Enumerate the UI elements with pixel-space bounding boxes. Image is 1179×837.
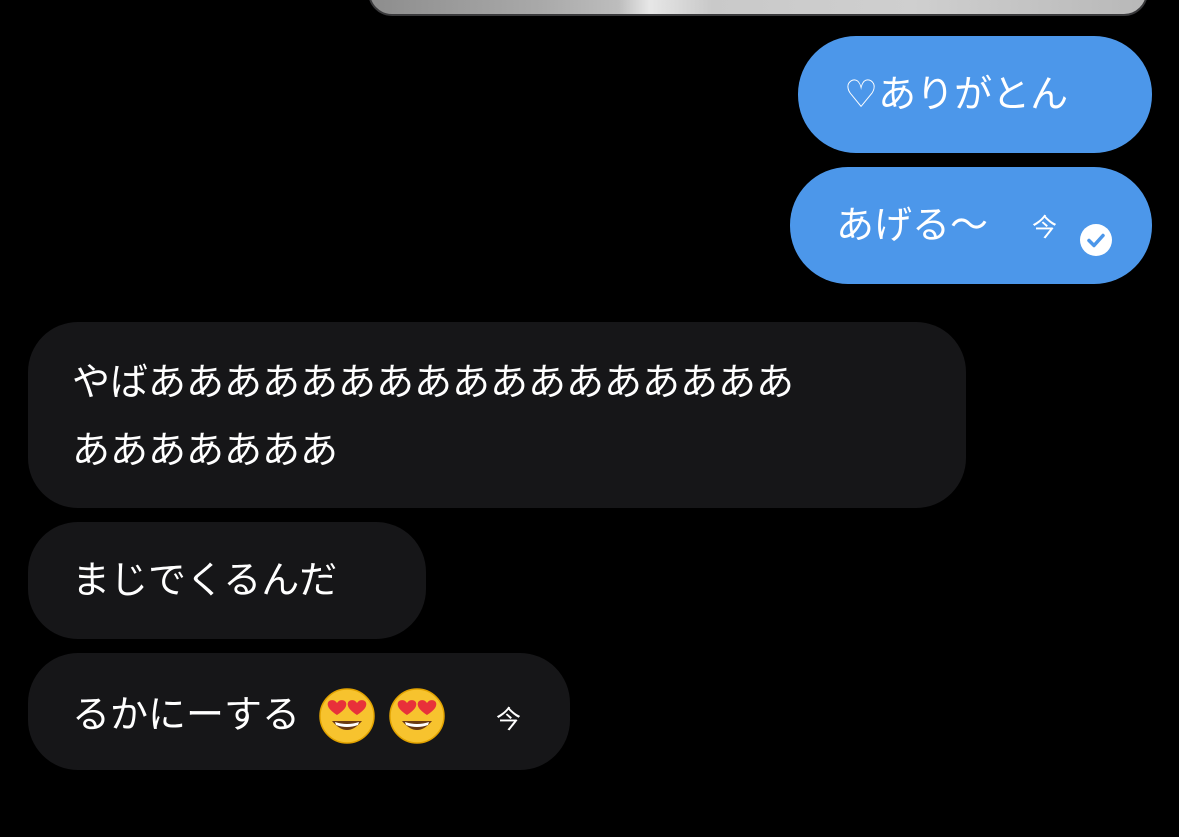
received-message-bubble[interactable]: るかにーする 今: [28, 653, 570, 770]
emoji-row: [312, 688, 446, 744]
sent-message-bubble[interactable]: あげる〜 今: [790, 167, 1152, 284]
message-text: ♡ありがとん: [844, 72, 1069, 116]
sent-message-bubble[interactable]: ♡ありがとん: [798, 36, 1152, 153]
read-receipt-icon: [1080, 224, 1112, 256]
received-message-bubble[interactable]: やばあああああああああああああああああ あああああああ: [28, 322, 966, 508]
heart-eyes-emoji: [318, 687, 376, 745]
message-text: まじでくるんだ: [72, 558, 338, 602]
message-timestamp: 今: [1032, 213, 1058, 242]
message-text: あげる〜: [836, 203, 989, 247]
message-text-line: やばあああああああああああああああああ: [72, 360, 795, 404]
heart-eyes-emoji: [388, 687, 446, 745]
message-text: るかにーする: [72, 692, 301, 737]
message-timestamp: 今: [496, 705, 522, 734]
message-text-line: あああああああ: [72, 428, 339, 472]
received-message-bubble[interactable]: まじでくるんだ: [28, 522, 426, 639]
media-attachment-preview[interactable]: [368, 0, 1148, 16]
